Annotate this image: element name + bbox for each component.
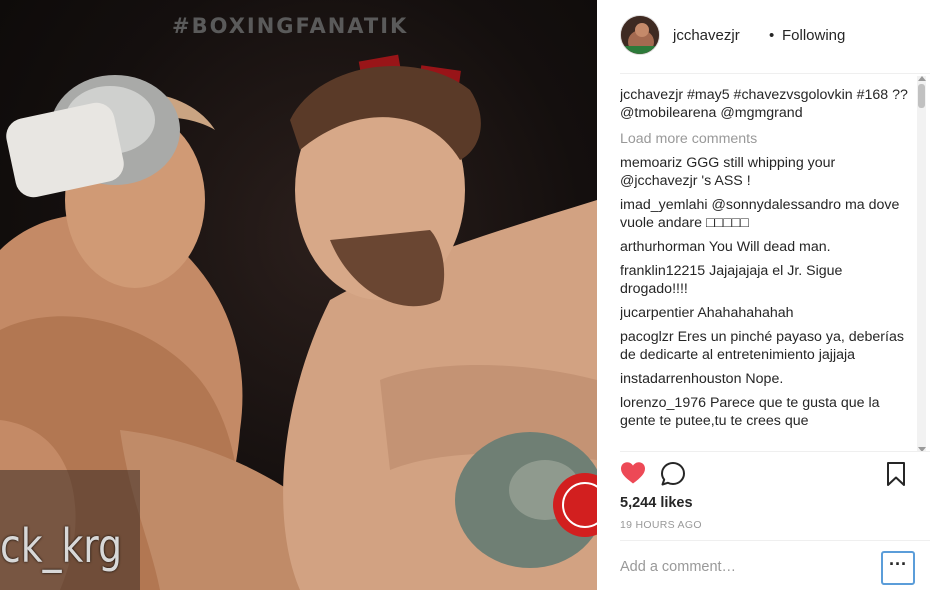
scroll-thumb[interactable]: [918, 84, 925, 108]
add-comment-input[interactable]: [620, 556, 870, 578]
scroll-up-arrow-icon[interactable]: [918, 76, 926, 81]
comment-item: instadarrenhouston Nope.: [620, 370, 910, 388]
save-button[interactable]: [885, 461, 907, 487]
caption-username[interactable]: jcchavezjr: [620, 87, 683, 103]
comment-username[interactable]: pacoglzr: [620, 329, 674, 345]
comment-username[interactable]: arthurhorman: [620, 239, 705, 255]
following-button[interactable]: Following: [782, 27, 845, 44]
post-timestamp[interactable]: 19 HOURS AGO: [620, 519, 702, 531]
comment-icon: [661, 462, 685, 486]
like-button[interactable]: [620, 461, 646, 485]
avatar[interactable]: [620, 15, 660, 55]
comment-username[interactable]: imad_yemlahi: [620, 197, 708, 213]
header-username[interactable]: jcchavezjr: [673, 27, 740, 44]
comment-item: imad_yemlahi @sonnydalessandro ma dove v…: [620, 196, 910, 232]
comment-item: pacoglzr Eres un pinché payaso ya, deber…: [620, 328, 910, 364]
post-header: jcchavezjr • Following: [597, 0, 930, 72]
actions-divider: [620, 451, 930, 452]
load-more-comments-link[interactable]: Load more comments: [620, 130, 910, 148]
likes-count[interactable]: 5,244 likes: [620, 495, 693, 511]
comment-item: arthurhorman You Will dead man.: [620, 238, 910, 256]
comments-list[interactable]: jcchavezjr #may5 #chavezvsgolovkin #168 …: [620, 86, 910, 450]
comment-text: Ahahahahahah: [697, 305, 794, 321]
comment-item: lorenzo_1976 Parece que te gusta que la …: [620, 394, 910, 430]
heart-icon: [621, 462, 645, 484]
bookmark-icon: [887, 462, 905, 486]
comment-text: You Will dead man.: [708, 239, 831, 255]
comment-item: franklin12215 Jajajajaja el Jr. Sigue dr…: [620, 262, 910, 298]
comment-button[interactable]: [660, 461, 686, 487]
comment-username[interactable]: lorenzo_1976: [620, 395, 706, 411]
comment-item: jucarpentier Ahahahahahah: [620, 304, 910, 322]
comment-username[interactable]: memoariz: [620, 155, 682, 171]
comment-username[interactable]: jucarpentier: [620, 305, 694, 321]
comment-item: memoariz GGG still whipping your @jcchav…: [620, 154, 910, 190]
header-divider: [620, 73, 930, 74]
post-photo[interactable]: #BOXINGFANATIK ck_krg: [0, 0, 597, 590]
post-caption: jcchavezjr #may5 #chavezvsgolovkin #168 …: [620, 86, 910, 122]
comment-form-divider: [620, 540, 930, 541]
photo-watermark-top: #BOXINGFANATIK: [172, 14, 409, 38]
comment-username[interactable]: franklin12215: [620, 263, 705, 279]
comment-text: Nope.: [745, 371, 784, 387]
comment-username[interactable]: instadarrenhouston: [620, 371, 741, 387]
boxing-photo-illustration: [0, 54, 597, 590]
avatar-image: [621, 16, 659, 54]
more-options-button[interactable]: ···: [881, 551, 915, 585]
post-side-panel: jcchavezjr • Following jcchavezjr #may5 …: [597, 0, 930, 595]
header-separator: •: [769, 27, 775, 44]
photo-watermark-bottom: ck_krg: [0, 519, 123, 573]
comments-scrollbar[interactable]: [917, 76, 926, 452]
